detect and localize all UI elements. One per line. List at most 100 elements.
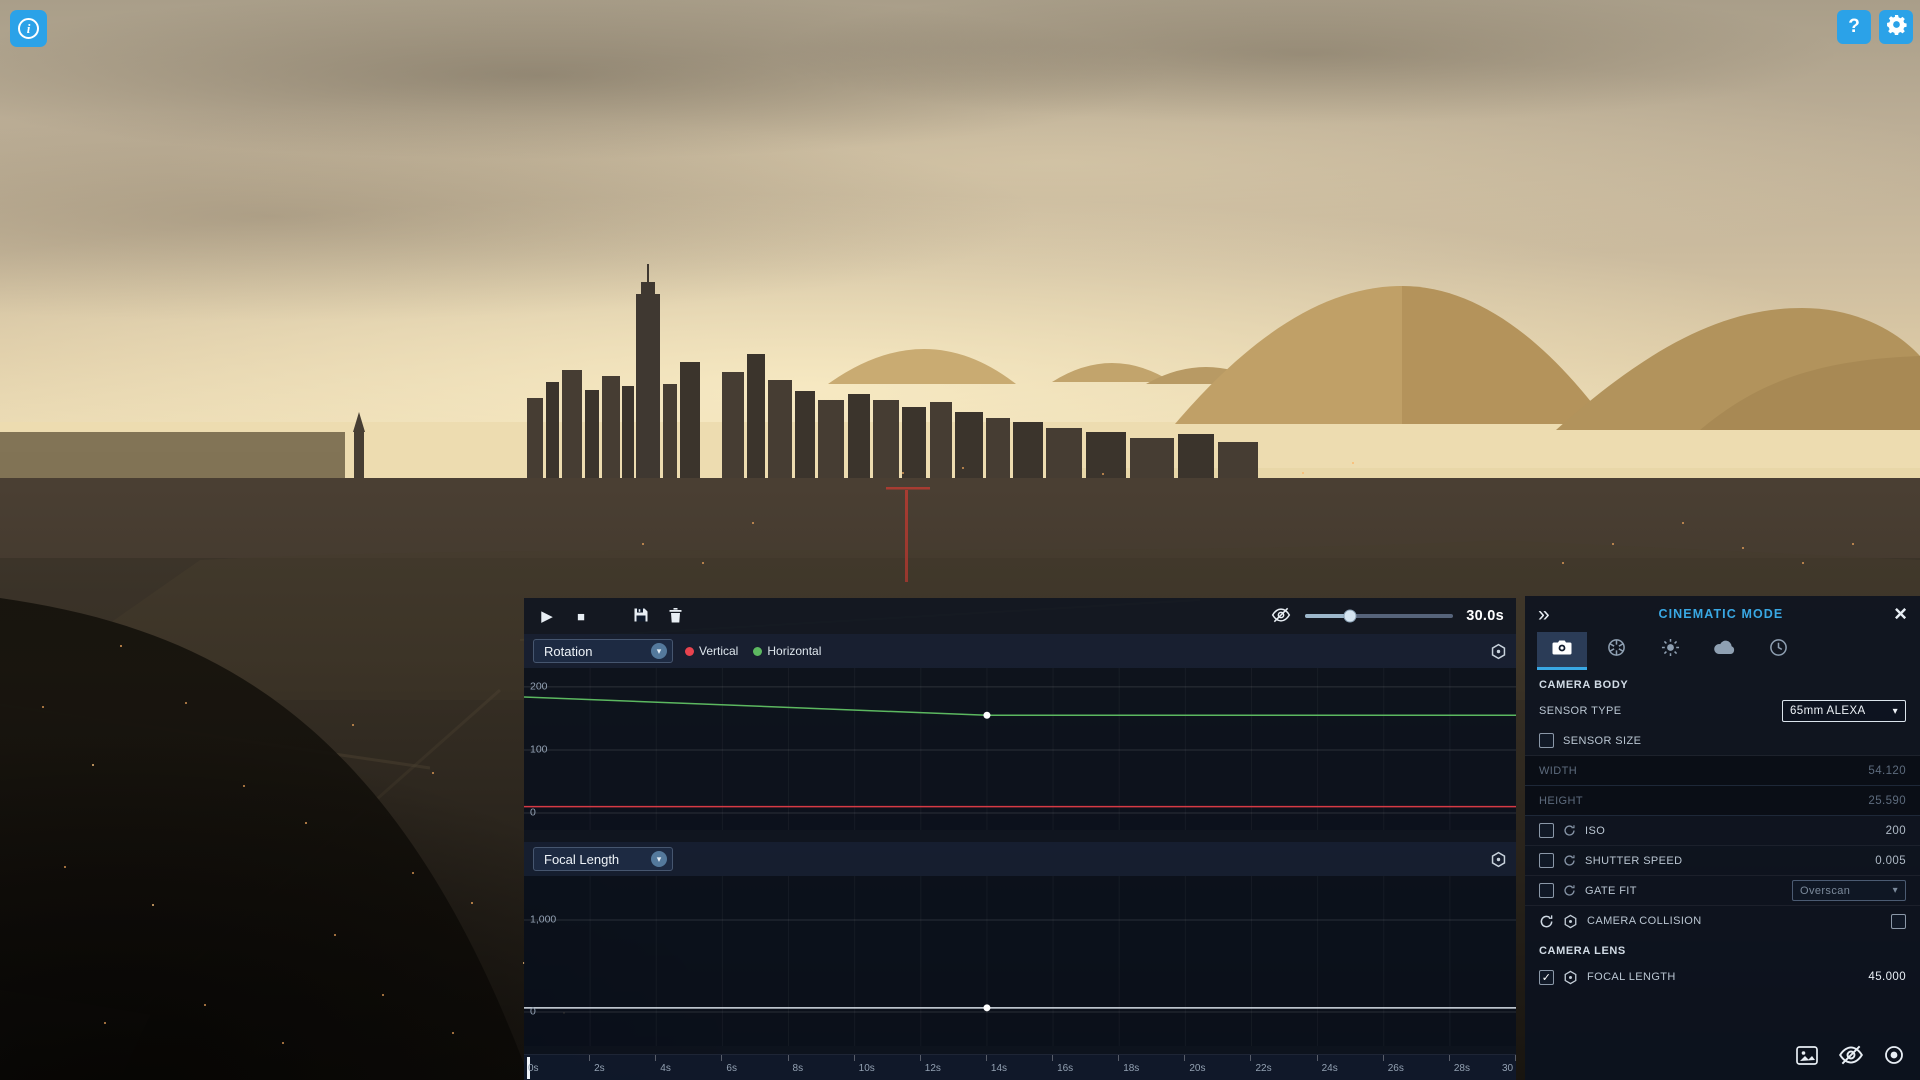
ruler-tick — [1316, 1055, 1318, 1061]
iso-row: ISO 200 — [1525, 816, 1920, 846]
camera-tabs — [1525, 632, 1920, 670]
timeline-ruler[interactable]: 0s 2s 4s 6s 8s 10s 12s 14s 16s 18s 20s 22s 24s 26s 28s… — [524, 1054, 1516, 1080]
tab-camera-body[interactable] — [1537, 632, 1587, 670]
settings-button[interactable] — [1879, 10, 1913, 44]
ruler-label: 22s — [1255, 1063, 1272, 1074]
ruler-label: 16s — [1057, 1063, 1074, 1074]
rotation-track-select[interactable]: Rotation ▾ — [533, 639, 673, 663]
gate-fit-checkbox[interactable] — [1539, 883, 1554, 898]
height-label: HEIGHT — [1539, 794, 1583, 807]
save-button[interactable] — [630, 605, 652, 627]
timeline-zoom-slider[interactable] — [1305, 609, 1454, 623]
timeline-toolbar: ▶ ■ 30.0s — [524, 598, 1516, 634]
tab-time[interactable] — [1753, 632, 1803, 670]
camera-lens-section-label: CAMERA LENS — [1539, 945, 1626, 957]
game-viewport: i ? ▶ ■ 30.0s Rotation ▾ Vertical Horizo… — [0, 0, 1920, 1080]
rotation-track-header: Rotation ▾ Vertical Horizontal — [524, 634, 1516, 668]
trash-icon — [668, 607, 683, 626]
ruler-label: 24s — [1321, 1063, 1338, 1074]
shutter-speed-checkbox[interactable] — [1539, 853, 1554, 868]
tab-camera-lens[interactable] — [1591, 632, 1641, 670]
shutter-speed-value: 0.005 — [1875, 854, 1906, 867]
shutter-speed-row: SHUTTER SPEED 0.005 — [1525, 846, 1920, 876]
hexagon-icon — [1563, 914, 1578, 929]
iso-checkbox[interactable] — [1539, 823, 1554, 838]
focal-length-curve-plot[interactable]: 1,000 0 — [524, 876, 1516, 1046]
ruler-tick — [1515, 1055, 1516, 1061]
close-icon[interactable]: × — [1894, 603, 1907, 625]
horizontal-series-dot — [753, 646, 763, 656]
tab-exposure[interactable] — [1645, 632, 1695, 670]
clock-icon — [1769, 638, 1788, 662]
sensor-size-label: SENSOR SIZE — [1563, 734, 1642, 747]
keyframe-options-icon[interactable] — [1490, 643, 1507, 660]
vertical-series-dot — [685, 646, 694, 656]
ruler-tick — [589, 1055, 591, 1061]
keyframe-options-icon[interactable] — [1490, 851, 1507, 868]
toolbar-right-group: 30.0s — [1270, 605, 1504, 627]
ruler-tick — [1448, 1055, 1450, 1061]
track-select-label: Focal Length — [544, 851, 620, 867]
iso-label: ISO — [1585, 824, 1606, 837]
record-button[interactable] — [1884, 1045, 1904, 1065]
gate-fit-dropdown[interactable]: Overscan ▾ — [1792, 880, 1906, 901]
reset-icon[interactable] — [1539, 914, 1554, 929]
sun-icon — [1661, 638, 1680, 662]
ruler-tick — [1184, 1055, 1186, 1061]
ruler-tick — [787, 1055, 789, 1061]
delete-button[interactable] — [664, 605, 686, 627]
ruler-tick — [1382, 1055, 1384, 1061]
gate-fit-label: GATE FIT — [1585, 884, 1637, 897]
ruler-label: 30 — [1502, 1063, 1514, 1074]
reset-icon[interactable] — [1563, 824, 1576, 837]
ruler-label: 0s — [528, 1063, 539, 1074]
play-button[interactable]: ▶ — [536, 605, 558, 627]
focal-length-label: FOCAL LENGTH — [1587, 971, 1676, 983]
track-select-label: Rotation — [544, 643, 593, 659]
sensor-type-value: 65mm ALEXA — [1790, 705, 1866, 717]
reset-icon[interactable] — [1563, 884, 1576, 897]
gate-fit-value: Overscan — [1800, 884, 1851, 897]
ruler-label: 20s — [1189, 1063, 1206, 1074]
save-icon — [633, 607, 649, 626]
stop-icon: ■ — [577, 608, 585, 624]
hide-ui-button[interactable] — [1838, 1042, 1864, 1068]
hexagon-icon — [1563, 970, 1578, 985]
ruler-tick — [1118, 1055, 1120, 1061]
legend-item-vertical: Vertical — [685, 644, 738, 658]
help-button[interactable]: ? — [1837, 10, 1871, 44]
tab-weather[interactable] — [1699, 632, 1749, 670]
iso-value: 200 — [1885, 824, 1906, 837]
ruler-label: 8s — [792, 1063, 804, 1074]
sensor-type-label: SENSOR TYPE — [1539, 705, 1622, 717]
legend-item-horizontal: Horizontal — [753, 644, 821, 658]
reset-icon[interactable] — [1563, 854, 1576, 867]
ruler-tick — [721, 1055, 723, 1061]
shutter-speed-label: SHUTTER SPEED — [1585, 854, 1683, 867]
timeline-zoom-slider-handle[interactable] — [1343, 609, 1357, 623]
ruler-label: 18s — [1123, 1063, 1140, 1074]
cinematic-mode-panel: » CINEMATIC MODE × CAMERA BODY SENSOR TY… — [1525, 596, 1920, 1080]
camera-collision-checkbox[interactable] — [1891, 913, 1906, 929]
stop-button[interactable]: ■ — [570, 605, 592, 627]
focal-length-checkbox[interactable]: ✓ — [1539, 969, 1554, 985]
chevron-down-icon: ▾ — [1892, 705, 1898, 717]
hide-ui-button[interactable] — [1270, 605, 1292, 627]
rotation-legend: Vertical Horizontal — [685, 644, 821, 658]
chevron-down-icon: ▾ — [651, 643, 667, 659]
ruler-label: 6s — [726, 1063, 737, 1074]
ruler-tick — [919, 1055, 921, 1061]
focal-length-row: ✓ FOCAL LENGTH 45.000 — [1525, 962, 1920, 992]
rotation-curve-plot[interactable]: 200 100 0 — [524, 668, 1516, 830]
collapse-panel-button[interactable]: » — [1538, 604, 1550, 625]
sensor-size-checkbox[interactable] — [1539, 733, 1554, 748]
ruler-tick — [655, 1055, 657, 1061]
eye-off-icon — [1271, 605, 1291, 628]
sensor-type-dropdown[interactable]: 65mm ALEXA ▾ — [1782, 700, 1906, 722]
focal-track-select[interactable]: Focal Length ▾ — [533, 847, 673, 871]
sensor-width-row: WIDTH 54.120 — [1525, 756, 1920, 786]
focal-track-header: Focal Length ▾ — [524, 842, 1516, 876]
track-gap — [524, 830, 1516, 842]
screenshot-button[interactable] — [1796, 1045, 1818, 1065]
info-button[interactable]: i — [10, 10, 47, 47]
